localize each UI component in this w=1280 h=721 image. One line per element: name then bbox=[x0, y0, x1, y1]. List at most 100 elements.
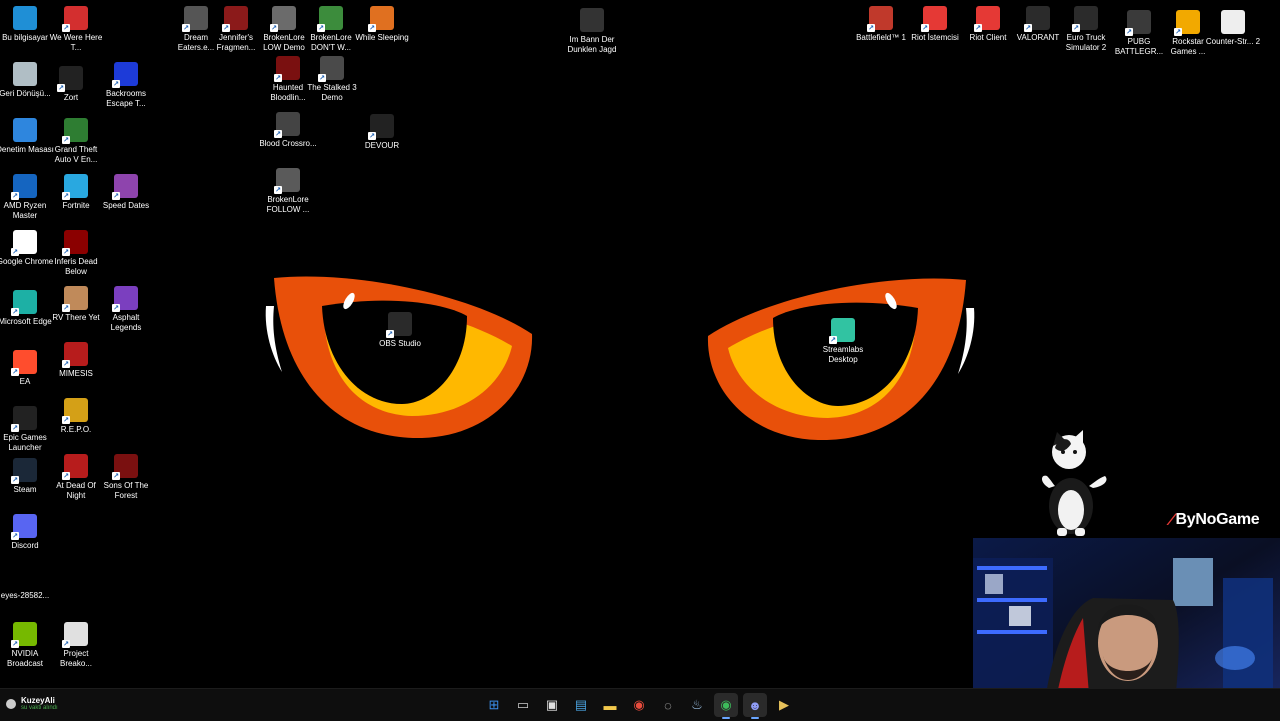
shortcut-arrow-icon: ↗ bbox=[62, 472, 70, 480]
game-icon: ↗ bbox=[317, 6, 343, 32]
desktop-icon[interactable]: ↗ Grand Theft Auto V En... bbox=[47, 118, 105, 165]
game-icon: ↗ bbox=[867, 6, 893, 32]
taskbar-app-blue-button[interactable]: ▤ bbox=[569, 693, 593, 717]
desktop-icon[interactable]: Bu bilgisayar bbox=[0, 6, 54, 43]
shortcut-arrow-icon: ↗ bbox=[62, 192, 70, 200]
shortcut-arrow-icon: ↗ bbox=[368, 24, 376, 32]
desktop-icon[interactable]: ↗ Zort bbox=[42, 66, 100, 103]
desktop-icon-label: Speed Dates bbox=[102, 201, 150, 210]
streamlabs-icon: ↗ bbox=[829, 318, 855, 344]
taskbar-task-view-button[interactable]: ▭ bbox=[511, 693, 535, 717]
desktop-icon[interactable]: ↗ Riot İstemcisi bbox=[906, 6, 964, 43]
desktop-icon[interactable]: ↗ DEVOUR bbox=[353, 114, 411, 151]
user-status: su vakti alındı bbox=[21, 705, 58, 711]
steam-icon: ♨ bbox=[691, 697, 703, 712]
desktop-icon-label: Microsoft Edge bbox=[0, 317, 52, 326]
shortcut-arrow-icon: ↗ bbox=[274, 186, 282, 194]
file-explorer-icon: ▬ bbox=[603, 697, 617, 713]
desktop-icon[interactable]: ↗ While Sleeping bbox=[353, 6, 411, 43]
shortcut-arrow-icon: ↗ bbox=[368, 132, 376, 140]
truck-icon: ↗ bbox=[1072, 6, 1098, 32]
desktop-icon[interactable]: ↗ Microsoft Edge bbox=[0, 290, 54, 327]
desktop-icon[interactable]: eyes-28582... bbox=[0, 564, 54, 601]
shortcut-arrow-icon: ↗ bbox=[1125, 28, 1133, 36]
desktop-icon[interactable]: ↗ AMD Ryzen Master bbox=[0, 174, 54, 221]
desktop-icon[interactable]: ↗ Asphalt Legends bbox=[97, 286, 155, 333]
riot-icon: ↗ bbox=[921, 6, 947, 32]
shortcut-arrow-icon: ↗ bbox=[112, 472, 120, 480]
control-panel-icon bbox=[13, 118, 37, 142]
desktop-icon[interactable]: Im Bann Der Dunklen Jagd bbox=[563, 8, 621, 55]
desktop-icon-label: BrokenLore FOLLOW ... bbox=[266, 195, 310, 214]
desktop-icon-label: Euro Truck Simulator 2 bbox=[1065, 33, 1107, 52]
desktop-icon[interactable]: ↗ Discord bbox=[0, 514, 54, 551]
taskbar-app-red-button[interactable]: ▣ bbox=[540, 693, 564, 717]
valorant-icon: ↗ bbox=[1024, 6, 1050, 32]
shortcut-arrow-icon: ↗ bbox=[318, 74, 326, 82]
desktop-icon[interactable]: ↗ OBS Studio bbox=[371, 312, 429, 349]
desktop-icon-label: EA bbox=[19, 377, 31, 386]
shortcut-arrow-icon: ↗ bbox=[112, 192, 120, 200]
desktop-icon-label: AMD Ryzen Master bbox=[3, 201, 47, 220]
desktop-icon[interactable]: ↗ Battlefield™ 1 bbox=[852, 6, 910, 43]
taskbar-app-yellow-button[interactable]: ▶ bbox=[772, 693, 796, 717]
taskbar-discord-button[interactable]: ☻ bbox=[743, 693, 767, 719]
desktop-icon[interactable]: ↗ Backrooms Escape T... bbox=[97, 62, 155, 109]
desktop-icon[interactable]: ↗ R.E.P.O. bbox=[47, 398, 105, 435]
taskbar-chrome-2-button[interactable]: ◉ bbox=[714, 693, 738, 719]
shortcut-arrow-icon: ↗ bbox=[274, 74, 282, 82]
desktop-icon[interactable]: ↗ Google Chrome bbox=[0, 230, 54, 267]
desktop-icon-label: Sons Of The Forest bbox=[103, 481, 149, 500]
taskbar-chrome-button[interactable]: ◉ bbox=[627, 693, 651, 717]
taskbar-steam-button[interactable]: ♨ bbox=[685, 693, 709, 717]
desktop-icon[interactable]: ↗ The Stalked 3 Demo bbox=[303, 56, 361, 103]
desktop-icon-label: Riot İstemcisi bbox=[911, 33, 959, 42]
desktop-icon-label: Bu bilgisayar bbox=[2, 33, 48, 42]
game-icon: ↗ bbox=[270, 6, 296, 32]
desktop-icon[interactable]: ↗ EA bbox=[0, 350, 54, 387]
shortcut-arrow-icon: ↗ bbox=[62, 640, 70, 648]
repo-icon: ↗ bbox=[62, 398, 88, 424]
desktop-icon[interactable]: ↗ MIMESIS bbox=[47, 342, 105, 379]
task-view-icon: ▭ bbox=[516, 697, 530, 712]
shortcut-arrow-icon: ↗ bbox=[1174, 28, 1182, 36]
taskbar-user-widget[interactable]: KuzeyAli su vakti alındı bbox=[6, 696, 58, 711]
desktop-icon-label: eyes-28582... bbox=[0, 591, 50, 600]
game-icon: ↗ bbox=[62, 230, 88, 256]
question-icon bbox=[580, 8, 604, 32]
cat-sticker bbox=[1042, 430, 1107, 536]
desktop-icon[interactable]: ↗ Epic Games Launcher bbox=[0, 406, 54, 453]
shortcut-arrow-icon: ↗ bbox=[1024, 24, 1032, 32]
shortcut-arrow-icon: ↗ bbox=[11, 248, 19, 256]
desktop-icon[interactable]: ↗ Sons Of The Forest bbox=[97, 454, 155, 501]
desktop-icon[interactable]: ↗ Steam bbox=[0, 458, 54, 495]
taskbar-file-explorer-button[interactable]: ▬ bbox=[598, 693, 622, 717]
desktop-icon[interactable]: ↗ Blood Crossro... bbox=[259, 112, 317, 149]
game-icon: ↗ bbox=[368, 6, 394, 32]
game-icon: ↗ bbox=[62, 454, 88, 480]
desktop-icon[interactable]: ↗ NVIDIA Broadcast bbox=[0, 622, 54, 669]
app-circle-icon: ◌ bbox=[664, 697, 672, 713]
desktop-icon[interactable]: Counter-Str... 2 bbox=[1204, 10, 1262, 47]
desktop-icon[interactable]: Denetim Masası bbox=[0, 118, 54, 155]
taskbar-app-circle-button[interactable]: ◌ bbox=[656, 693, 680, 717]
desktop-icon[interactable]: ↗ BrokenLore FOLLOW ... bbox=[259, 168, 317, 215]
shortcut-arrow-icon: ↗ bbox=[274, 130, 282, 138]
desktop-icon[interactable]: ↗ Project Breako... bbox=[47, 622, 105, 669]
shortcut-arrow-icon: ↗ bbox=[57, 84, 65, 92]
desktop-icon-label: Battlefield™ 1 bbox=[856, 33, 906, 42]
desktop-icon[interactable]: ↗ We Were Here T... bbox=[47, 6, 105, 53]
desktop-icon[interactable]: ↗ Speed Dates bbox=[97, 174, 155, 211]
desktop-icon[interactable]: ↗ Streamlabs Desktop bbox=[814, 318, 872, 365]
game-icon: ↗ bbox=[62, 286, 88, 312]
desktop-icon[interactable]: ↗ BrokenLore DON'T W... bbox=[302, 6, 360, 53]
desktop-icon-label: Asphalt Legends bbox=[110, 313, 142, 332]
desktop-icon[interactable]: ↗ Inferis Dead Below bbox=[47, 230, 105, 277]
taskbar-start-button[interactable]: ⊞ bbox=[482, 693, 506, 717]
shortcut-arrow-icon: ↗ bbox=[62, 248, 70, 256]
desktop-icon[interactable]: ↗ Euro Truck Simulator 2 bbox=[1057, 6, 1115, 53]
shortcut-arrow-icon: ↗ bbox=[182, 24, 190, 32]
desktop-icon-label: R.E.P.O. bbox=[60, 425, 92, 434]
epic-icon: ↗ bbox=[11, 406, 37, 432]
shortcut-arrow-icon: ↗ bbox=[62, 416, 70, 424]
